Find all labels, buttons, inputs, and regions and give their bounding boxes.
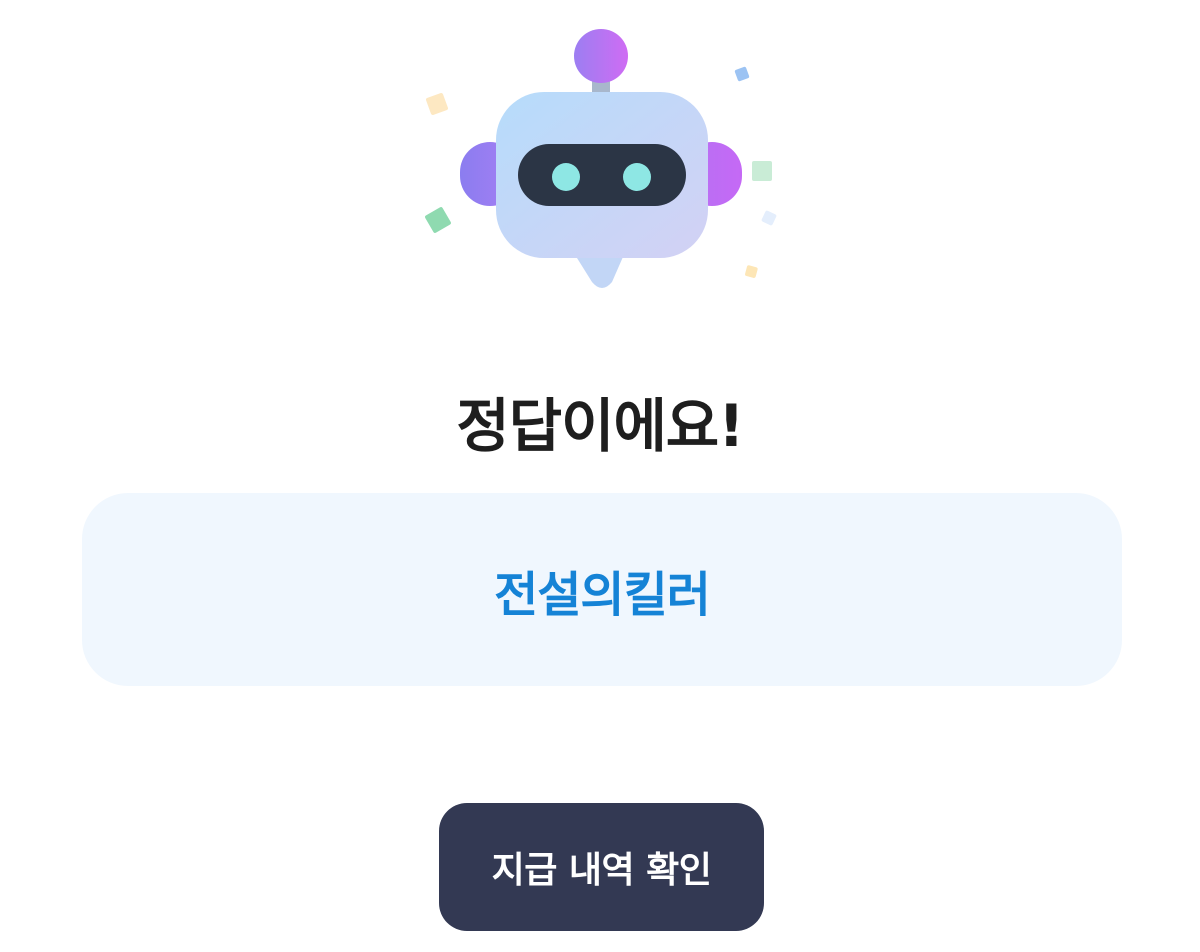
quiz-result-screen: 정답이에요! 전설의킬러 지급 내역 확인 [0,0,1200,952]
confetti-shape [752,161,772,181]
confetti-shape [734,66,750,82]
confetti-shape [745,265,758,278]
result-title: 정답이에요! [456,392,744,460]
confetti-shape [761,210,777,226]
answer-text: 전설의킬러 [494,566,711,623]
robot-mascot-icon [425,29,777,288]
confetti-shape [425,207,451,233]
confetti-shape [426,93,448,115]
check-payment-history-button[interactable]: 지급 내역 확인 [439,803,764,931]
answer-card: 전설의킬러 [82,493,1122,686]
